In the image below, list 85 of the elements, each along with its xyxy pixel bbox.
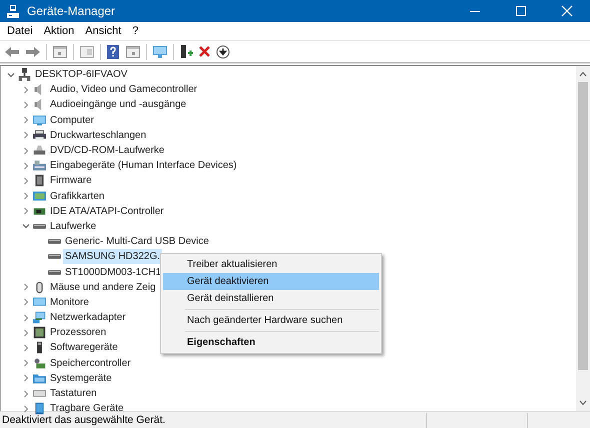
menu-option[interactable]: Nach geänderter Hardware suchen	[163, 312, 379, 329]
expand-chevron-icon[interactable]	[22, 390, 30, 398]
back-arrow-icon[interactable]	[4, 44, 20, 58]
display-card-icon	[33, 190, 46, 203]
window-icon[interactable]	[52, 44, 68, 58]
category-item[interactable]: Monitore	[48, 294, 91, 310]
download-circle-icon[interactable]	[216, 44, 230, 58]
category-item[interactable]: Systemgeräte	[48, 370, 114, 386]
expand-chevron-icon[interactable]	[22, 344, 30, 352]
disc-drive-icon	[33, 144, 46, 158]
expand-chevron-icon[interactable]	[22, 86, 30, 94]
category-item[interactable]: Grafikkarten	[48, 188, 106, 204]
scroll-thumb[interactable]	[578, 82, 588, 370]
delete-icon[interactable]	[198, 45, 211, 58]
forward-arrow-icon[interactable]	[25, 44, 41, 58]
expand-chevron-icon[interactable]	[22, 131, 30, 140]
expand-chevron-icon[interactable]	[22, 162, 30, 170]
category-item[interactable]: Laufwerke	[48, 218, 98, 234]
device-item[interactable]: Generic- Multi-Card USB Device	[63, 234, 211, 250]
menu-item[interactable]: Datei	[2, 25, 39, 37]
scrollbar[interactable]	[576, 66, 590, 411]
drive-icon	[33, 224, 46, 229]
menu-option[interactable]: Treiber aktualisieren	[163, 256, 379, 273]
chip-icon	[33, 174, 46, 188]
storage-controller-icon	[33, 356, 46, 370]
monitor-icon	[33, 114, 46, 127]
device-plus-icon[interactable]	[179, 44, 193, 60]
window-title: Geräte-Manager	[27, 4, 116, 18]
tablet-icon	[33, 402, 46, 416]
expand-chevron-icon[interactable]	[22, 207, 30, 216]
expand-chevron-icon[interactable]	[22, 146, 30, 155]
category-item[interactable]: Mäuse und andere Zeig	[48, 280, 158, 295]
monitor-icon[interactable]	[152, 44, 168, 60]
category-item[interactable]: Computer	[48, 112, 96, 128]
device-item[interactable]: SAMSUNG HD322G.	[63, 249, 162, 264]
category-item[interactable]: DVD/CD-ROM-Laufwerke	[48, 143, 166, 158]
network-icon	[33, 311, 46, 324]
category-item[interactable]: Speichercontroller	[48, 356, 133, 371]
expand-chevron-icon[interactable]	[22, 100, 30, 109]
printer-icon	[33, 128, 46, 142]
category-item[interactable]: Prozessoren	[48, 325, 108, 340]
drive-icon	[48, 254, 61, 260]
expand-chevron-icon[interactable]	[22, 116, 30, 124]
folder-icon	[33, 372, 46, 385]
category-item[interactable]: IDE ATA/ATAPI-Controller	[48, 204, 166, 219]
expand-chevron-icon[interactable]	[22, 359, 30, 368]
category-item[interactable]: Tragbare Geräte	[48, 401, 126, 416]
menu-option[interactable]: Gerät deaktivieren	[163, 273, 379, 290]
status-text: Deaktiviert das ausgewählte Gerät.	[1, 414, 166, 426]
expand-chevron-icon[interactable]	[22, 283, 30, 292]
menu-option[interactable]: Eigenschaften	[163, 334, 379, 351]
category-item[interactable]: Audioeingänge und -ausgänge	[48, 97, 188, 112]
collapse-chevron-icon[interactable]	[7, 70, 15, 79]
drive-icon	[48, 270, 61, 275]
category-item[interactable]: Softwaregeräte	[48, 340, 120, 356]
category-item[interactable]: Netzwerkadapter	[48, 310, 128, 326]
scroll-down-icon[interactable]	[579, 400, 587, 406]
menu-item[interactable]: Ansicht	[80, 25, 128, 37]
drive-icon	[48, 239, 61, 244]
category-item[interactable]: Audio, Video und Gamecontroller	[48, 82, 200, 98]
expand-chevron-icon[interactable]	[22, 192, 30, 200]
expand-chevron-icon[interactable]	[22, 404, 30, 413]
expand-chevron-icon[interactable]	[22, 374, 30, 382]
window-icon[interactable]	[125, 44, 141, 58]
expand-chevron-icon[interactable]	[22, 176, 30, 185]
monitor-icon	[33, 296, 46, 309]
processor-icon	[33, 326, 46, 340]
computer-icon	[7, 4, 19, 18]
expand-chevron-icon[interactable]	[22, 328, 30, 337]
expand-chevron-icon[interactable]	[22, 314, 30, 322]
category-item[interactable]: Eingabegeräte (Human Interface Devices)	[48, 158, 239, 174]
keyboard-icon	[33, 159, 46, 172]
expand-chevron-icon[interactable]	[22, 298, 30, 306]
category-item[interactable]: Tastaturen	[48, 386, 99, 402]
category-item[interactable]: Firmware	[48, 173, 94, 188]
menu-option[interactable]: Gerät deinstallieren	[163, 290, 379, 307]
computer-network-icon	[18, 68, 31, 82]
device-item[interactable]: ST1000DM003-1CH1	[63, 264, 164, 280]
help-icon[interactable]	[106, 44, 120, 60]
menu-item[interactable]: ?	[127, 25, 144, 37]
collapse-chevron-icon[interactable]	[22, 222, 30, 230]
menu-item[interactable]: Aktion	[38, 25, 80, 37]
category-item[interactable]: Druckwarteschlangen	[48, 128, 148, 143]
scroll-up-icon[interactable]	[579, 71, 587, 77]
computer-name[interactable]: DESKTOP-6IFVAOV	[33, 67, 130, 82]
